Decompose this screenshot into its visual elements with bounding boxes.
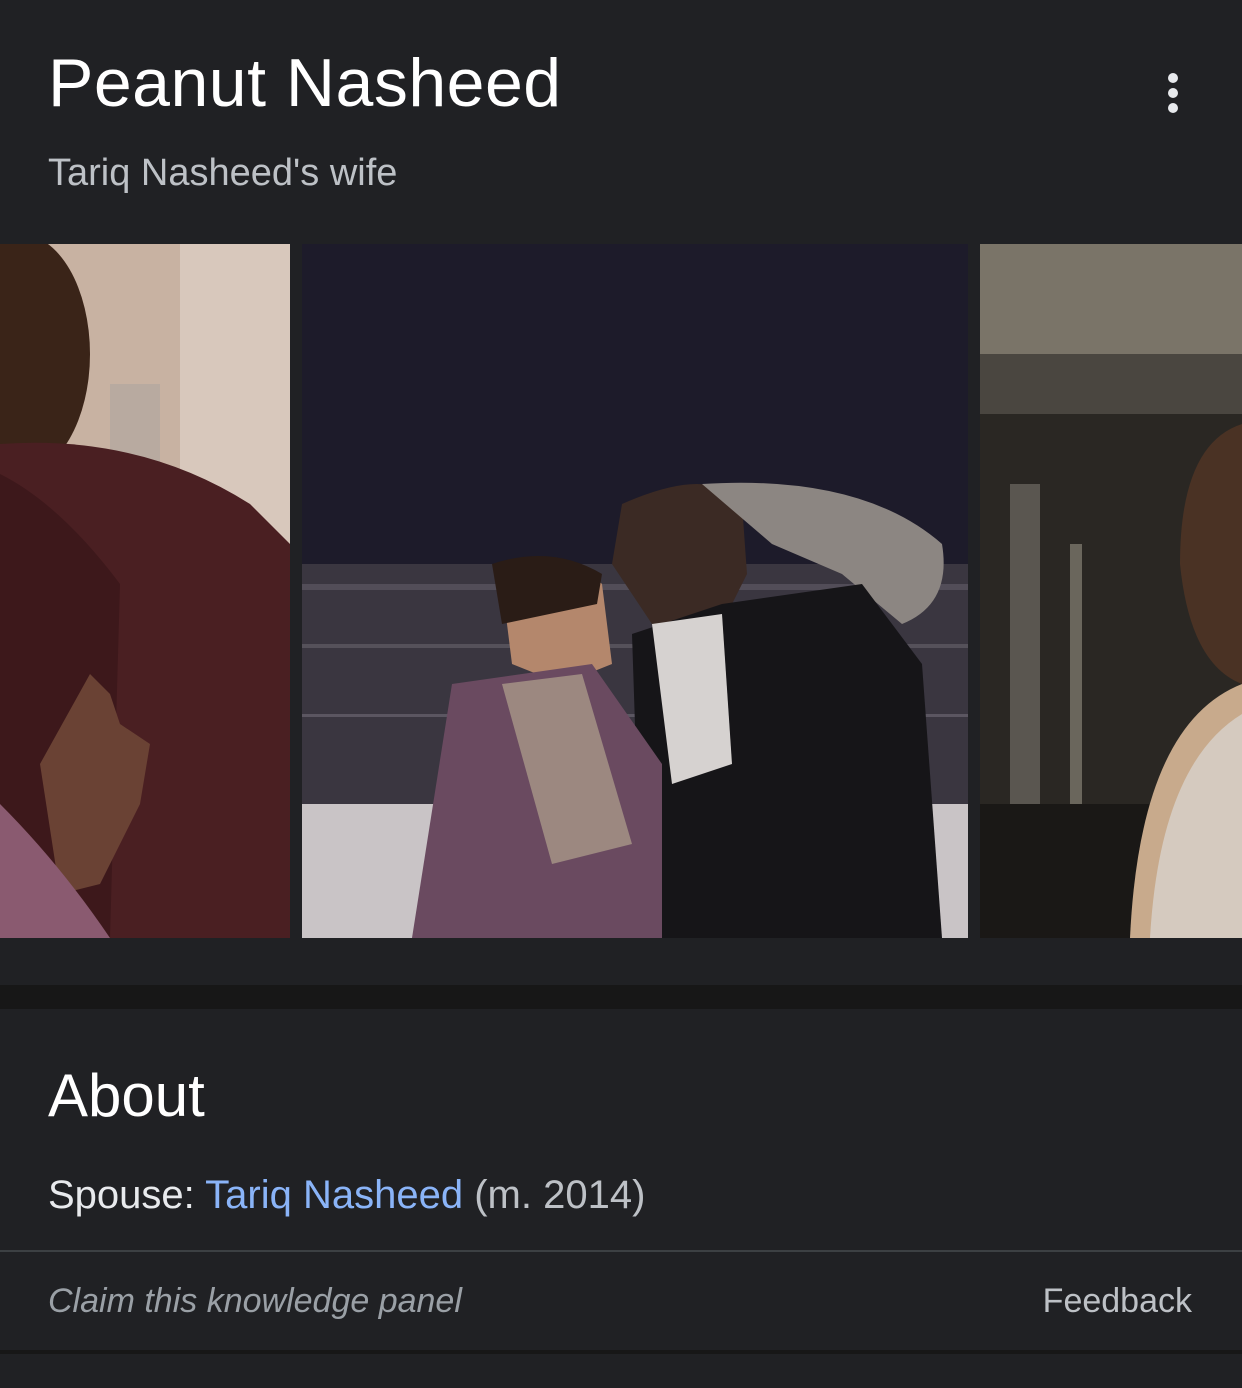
bottom-divider xyxy=(0,1350,1242,1388)
panel-subtitle: Tariq Nasheed's wife xyxy=(48,152,398,194)
spouse-label: Spouse: xyxy=(48,1173,195,1217)
photo-1-image xyxy=(0,244,290,938)
spouse-link[interactable]: Tariq Nasheed xyxy=(205,1173,463,1217)
image-gallery[interactable] xyxy=(0,244,1242,938)
spouse-row: Spouse: Tariq Nasheed (m. 2014) xyxy=(48,1173,645,1218)
more-options-button[interactable] xyxy=(1148,62,1200,122)
panel-title: Peanut Nasheed xyxy=(48,45,562,121)
gallery-photo-2[interactable] xyxy=(302,244,968,938)
feedback-link[interactable]: Feedback xyxy=(1043,1282,1192,1321)
panel-footer: Claim this knowledge panel Feedback xyxy=(0,1252,1242,1350)
claim-panel-link[interactable]: Claim this knowledge panel xyxy=(48,1282,462,1321)
gallery-photo-3[interactable] xyxy=(980,244,1242,938)
photo-3-image xyxy=(980,244,1242,938)
spouse-marriage-note: (m. 2014) xyxy=(474,1173,646,1217)
gallery-photo-1[interactable] xyxy=(0,244,290,938)
photo-2-image xyxy=(302,244,968,938)
about-heading: About xyxy=(48,1062,205,1129)
about-section: About Spouse: Tariq Nasheed (m. 2014) xyxy=(0,1009,1242,1250)
knowledge-panel-header: Peanut Nasheed Tariq Nasheed's wife xyxy=(0,0,1242,244)
section-divider xyxy=(0,985,1242,1009)
